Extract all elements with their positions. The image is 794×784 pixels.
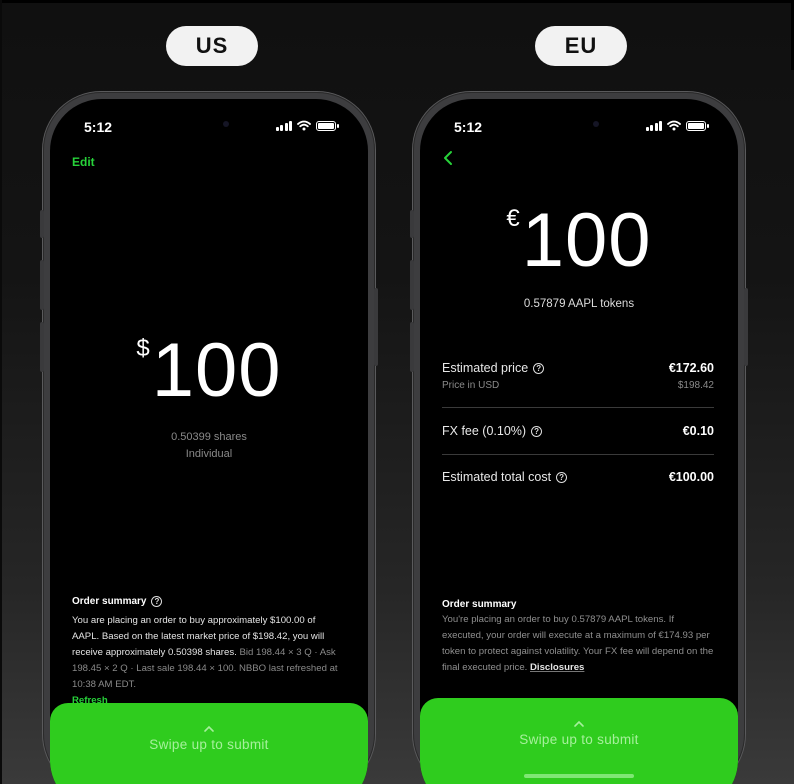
dynamic-island (531, 113, 627, 139)
battery-icon (686, 120, 709, 131)
account-type: Individual (185, 448, 233, 460)
dynamic-island (161, 113, 257, 139)
amount-value: 100 (521, 198, 652, 283)
help-icon[interactable]: ? (151, 596, 163, 607)
chevron-up-icon (574, 720, 584, 727)
summary-title: Order summary (442, 599, 517, 610)
home-indicator[interactable] (524, 774, 634, 778)
eu-phone: 5:12 €100 0.57879 AAPL tokens Estimated … (410, 92, 748, 784)
divider (442, 454, 714, 455)
total-cost-value: €100.00 (668, 470, 714, 484)
frame-edge (0, 0, 2, 784)
order-amount[interactable]: €100 (420, 197, 738, 284)
currency-symbol: € (506, 205, 520, 232)
price-usd-label: Price in USD (442, 380, 500, 391)
swipe-label: Swipe up to submit (149, 737, 269, 752)
edit-link[interactable]: Edit (72, 155, 95, 169)
help-icon[interactable]: ? (556, 471, 568, 483)
frame-edge (0, 0, 794, 3)
total-cost-label: Estimated total cost (442, 470, 552, 484)
battery-icon (316, 120, 339, 131)
swipe-submit-bar[interactable]: Swipe up to submit (420, 698, 738, 784)
status-time: 5:12 (454, 119, 483, 135)
chevron-up-icon (204, 725, 214, 732)
amount-value: 100 (151, 328, 282, 413)
total-cost-row: Estimated total cost? €100.00 (442, 470, 714, 484)
wifi-icon (297, 120, 311, 131)
us-phone: 5:12 Edit $100 0.50399 shares Individual… (40, 92, 378, 784)
estimated-price-row: Estimated price? €172.60 (442, 361, 714, 375)
estimated-price-label: Estimated price (442, 361, 529, 375)
summary-title: Order summary (72, 596, 147, 607)
help-icon[interactable]: ? (531, 425, 543, 437)
order-summary: Order summary You're placing an order to… (442, 599, 714, 676)
tokens-estimate: 0.57879 AAPL tokens (523, 298, 635, 310)
fx-fee-value: €0.10 (682, 424, 714, 438)
wifi-icon (667, 120, 681, 131)
price-usd-row: Price in USD $198.42 (442, 380, 714, 391)
disclosures-link[interactable]: Disclosures (530, 662, 584, 673)
status-icons (275, 120, 339, 131)
estimated-price-value: €172.60 (668, 361, 714, 375)
shares-estimate: 0.50399 shares (171, 431, 247, 443)
fx-fee-row: FX fee (0.10%)? €0.10 (442, 424, 714, 438)
signal-icon (645, 120, 662, 131)
price-usd-value: $198.42 (677, 380, 714, 391)
us-region-label: US (166, 26, 258, 66)
us-screen: 5:12 Edit $100 0.50399 shares Individual… (50, 99, 368, 784)
divider (442, 407, 714, 408)
currency-symbol: $ (136, 335, 150, 362)
eu-region-label: EU (535, 26, 627, 66)
swipe-label: Swipe up to submit (519, 732, 639, 747)
eu-screen: 5:12 €100 0.57879 AAPL tokens Estimated … (420, 99, 738, 784)
swipe-submit-bar[interactable]: Swipe up to submit (50, 703, 368, 784)
help-icon[interactable]: ? (533, 362, 545, 374)
chevron-left-icon[interactable] (438, 147, 460, 169)
order-amount[interactable]: $100 (50, 327, 368, 414)
fx-fee-label: FX fee (0.10%) (442, 424, 527, 438)
status-time: 5:12 (84, 119, 113, 135)
signal-icon (275, 120, 292, 131)
order-summary: Order summary? You are placing an order … (72, 596, 344, 709)
status-icons (645, 120, 709, 131)
